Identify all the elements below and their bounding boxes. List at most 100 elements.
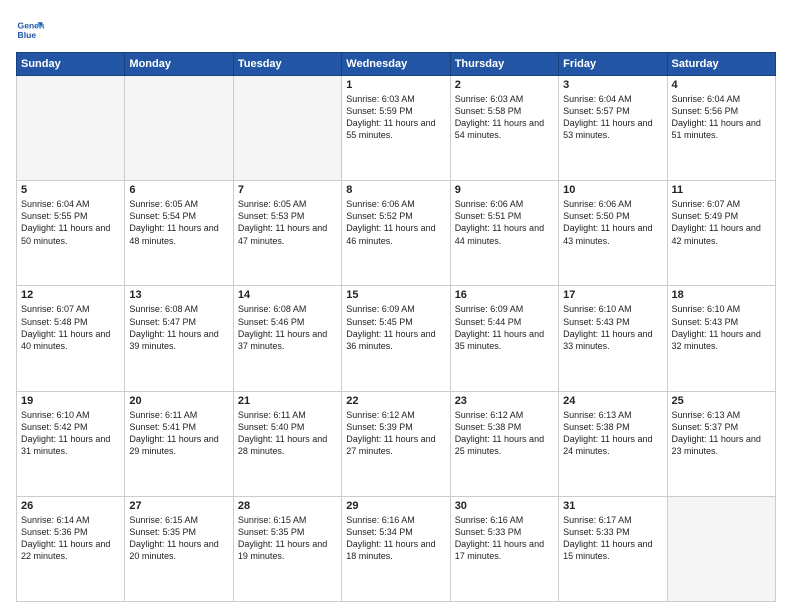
- day-cell-19: 19 Sunrise: 6:10 AMSunset: 5:42 PMDayligh…: [17, 391, 125, 496]
- day-cell-17: 17Sunrise: 6:10 AMSunset: 5:43 PMDayligh…: [559, 286, 667, 391]
- day-cell-29: 29 Sunrise: 6:16 AMSunset: 5:34 PMDayligh…: [342, 496, 450, 601]
- day-number: 1: [346, 79, 445, 91]
- cell-info: Sunrise: 6:06 AMSunset: 5:52 PMDaylight:…: [346, 198, 445, 247]
- day-number: 29: [346, 500, 445, 512]
- cell-info: Sunrise: 6:10 AMSunset: 5:43 PMDaylight:…: [563, 303, 662, 352]
- cell-info: Sunrise: 6:12 AMSunset: 5:38 PMDaylight:…: [455, 409, 554, 458]
- cell-info: Sunrise: 6:13 AMSunset: 5:38 PMDaylight:…: [563, 409, 662, 458]
- empty-cell: [125, 76, 233, 181]
- day-cell-3: 3 Sunrise: 6:04 AMSunset: 5:57 PMDaylight…: [559, 76, 667, 181]
- week-row-4: 26 Sunrise: 6:14 AMSunset: 5:36 PMDayligh…: [17, 496, 776, 601]
- cell-info: Sunrise: 6:08 AMSunset: 5:46 PMDaylight:…: [238, 303, 337, 352]
- weekday-tuesday: Tuesday: [233, 53, 341, 76]
- weekday-saturday: Saturday: [667, 53, 775, 76]
- cell-info: Sunrise: 6:07 AMSunset: 5:49 PMDaylight:…: [672, 198, 771, 247]
- cell-info: Sunrise: 6:12 AMSunset: 5:39 PMDaylight:…: [346, 409, 445, 458]
- day-cell-27: 27Sunrise: 6:15 AMSunset: 5:35 PMDayligh…: [125, 496, 233, 601]
- day-cell-6: 6 Sunrise: 6:05 AMSunset: 5:54 PMDaylight…: [125, 181, 233, 286]
- cell-info: Sunrise: 6:10 AMSunset: 5:42 PMDaylight:…: [21, 409, 120, 458]
- cell-info: Sunrise: 6:06 AMSunset: 5:50 PMDaylight:…: [563, 198, 662, 247]
- day-number: 10: [563, 184, 662, 196]
- day-number: 19: [21, 395, 120, 407]
- cell-info: Sunrise: 6:16 AMSunset: 5:33 PMDaylight:…: [455, 514, 554, 563]
- cell-info: Sunrise: 6:16 AMSunset: 5:34 PMDaylight:…: [346, 514, 445, 563]
- logo-icon: General Blue: [16, 16, 44, 44]
- day-number: 15: [346, 289, 445, 301]
- cell-info: Sunrise: 6:07 AMSunset: 5:48 PMDaylight:…: [21, 303, 120, 352]
- day-cell-18: 18 Sunrise: 6:10 AMSunset: 5:43 PMDayligh…: [667, 286, 775, 391]
- logo: General Blue: [16, 16, 48, 44]
- day-number: 24: [563, 395, 662, 407]
- cell-info: Sunrise: 6:08 AMSunset: 5:47 PMDaylight:…: [129, 303, 228, 352]
- empty-cell: [233, 76, 341, 181]
- day-number: 9: [455, 184, 554, 196]
- day-number: 11: [672, 184, 771, 196]
- day-cell-22: 22 Sunrise: 6:12 AMSunset: 5:39 PMDayligh…: [342, 391, 450, 496]
- day-number: 22: [346, 395, 445, 407]
- cell-info: Sunrise: 6:04 AMSunset: 5:57 PMDaylight:…: [563, 93, 662, 142]
- day-cell-9: 9 Sunrise: 6:06 AMSunset: 5:51 PMDaylight…: [450, 181, 558, 286]
- day-cell-31: 31Sunrise: 6:17 AMSunset: 5:33 PMDayligh…: [559, 496, 667, 601]
- weekday-sunday: Sunday: [17, 53, 125, 76]
- day-number: 3: [563, 79, 662, 91]
- empty-cell: [17, 76, 125, 181]
- day-cell-8: 8 Sunrise: 6:06 AMSunset: 5:52 PMDaylight…: [342, 181, 450, 286]
- day-number: 7: [238, 184, 337, 196]
- day-number: 20: [129, 395, 228, 407]
- week-row-3: 19 Sunrise: 6:10 AMSunset: 5:42 PMDayligh…: [17, 391, 776, 496]
- day-number: 31: [563, 500, 662, 512]
- day-cell-12: 12 Sunrise: 6:07 AMSunset: 5:48 PMDayligh…: [17, 286, 125, 391]
- day-number: 26: [21, 500, 120, 512]
- day-cell-10: 10 Sunrise: 6:06 AMSunset: 5:50 PMDayligh…: [559, 181, 667, 286]
- empty-cell: [667, 496, 775, 601]
- day-number: 27: [129, 500, 228, 512]
- day-cell-2: 2 Sunrise: 6:03 AMSunset: 5:58 PMDaylight…: [450, 76, 558, 181]
- day-number: 5: [21, 184, 120, 196]
- week-row-2: 12 Sunrise: 6:07 AMSunset: 5:48 PMDayligh…: [17, 286, 776, 391]
- day-cell-24: 24 Sunrise: 6:13 AMSunset: 5:38 PMDayligh…: [559, 391, 667, 496]
- day-number: 12: [21, 289, 120, 301]
- weekday-thursday: Thursday: [450, 53, 558, 76]
- weekday-monday: Monday: [125, 53, 233, 76]
- calendar-table: SundayMondayTuesdayWednesdayThursdayFrid…: [16, 52, 776, 602]
- day-number: 28: [238, 500, 337, 512]
- day-cell-21: 21Sunrise: 6:11 AMSunset: 5:40 PMDayligh…: [233, 391, 341, 496]
- day-number: 2: [455, 79, 554, 91]
- day-number: 21: [238, 395, 337, 407]
- day-cell-14: 14 Sunrise: 6:08 AMSunset: 5:46 PMDayligh…: [233, 286, 341, 391]
- day-cell-16: 16Sunrise: 6:09 AMSunset: 5:44 PMDayligh…: [450, 286, 558, 391]
- day-number: 13: [129, 289, 228, 301]
- day-cell-23: 23 Sunrise: 6:12 AMSunset: 5:38 PMDayligh…: [450, 391, 558, 496]
- day-cell-26: 26 Sunrise: 6:14 AMSunset: 5:36 PMDayligh…: [17, 496, 125, 601]
- cell-info: Sunrise: 6:11 AMSunset: 5:41 PMDaylight:…: [129, 409, 228, 458]
- day-number: 14: [238, 289, 337, 301]
- day-cell-20: 20 Sunrise: 6:11 AMSunset: 5:41 PMDayligh…: [125, 391, 233, 496]
- week-row-0: 1 Sunrise: 6:03 AMSunset: 5:59 PMDaylight…: [17, 76, 776, 181]
- day-number: 30: [455, 500, 554, 512]
- cell-info: Sunrise: 6:03 AMSunset: 5:58 PMDaylight:…: [455, 93, 554, 142]
- weekday-friday: Friday: [559, 53, 667, 76]
- weekday-header-row: SundayMondayTuesdayWednesdayThursdayFrid…: [17, 53, 776, 76]
- day-cell-11: 11 Sunrise: 6:07 AMSunset: 5:49 PMDayligh…: [667, 181, 775, 286]
- cell-info: Sunrise: 6:06 AMSunset: 5:51 PMDaylight:…: [455, 198, 554, 247]
- day-cell-5: 5Sunrise: 6:04 AMSunset: 5:55 PMDaylight…: [17, 181, 125, 286]
- day-number: 23: [455, 395, 554, 407]
- day-cell-28: 28 Sunrise: 6:15 AMSunset: 5:35 PMDayligh…: [233, 496, 341, 601]
- day-number: 18: [672, 289, 771, 301]
- cell-info: Sunrise: 6:14 AMSunset: 5:36 PMDaylight:…: [21, 514, 120, 563]
- cell-info: Sunrise: 6:03 AMSunset: 5:59 PMDaylight:…: [346, 93, 445, 142]
- weekday-wednesday: Wednesday: [342, 53, 450, 76]
- cell-info: Sunrise: 6:13 AMSunset: 5:37 PMDaylight:…: [672, 409, 771, 458]
- day-cell-13: 13 Sunrise: 6:08 AMSunset: 5:47 PMDayligh…: [125, 286, 233, 391]
- cell-info: Sunrise: 6:10 AMSunset: 5:43 PMDaylight:…: [672, 303, 771, 352]
- cell-info: Sunrise: 6:15 AMSunset: 5:35 PMDaylight:…: [238, 514, 337, 563]
- cell-info: Sunrise: 6:05 AMSunset: 5:54 PMDaylight:…: [129, 198, 228, 247]
- cell-info: Sunrise: 6:05 AMSunset: 5:53 PMDaylight:…: [238, 198, 337, 247]
- cell-info: Sunrise: 6:09 AMSunset: 5:44 PMDaylight:…: [455, 303, 554, 352]
- day-cell-7: 7 Sunrise: 6:05 AMSunset: 5:53 PMDaylight…: [233, 181, 341, 286]
- day-number: 6: [129, 184, 228, 196]
- day-number: 8: [346, 184, 445, 196]
- cell-info: Sunrise: 6:09 AMSunset: 5:45 PMDaylight:…: [346, 303, 445, 352]
- day-cell-30: 30 Sunrise: 6:16 AMSunset: 5:33 PMDayligh…: [450, 496, 558, 601]
- day-cell-1: 1 Sunrise: 6:03 AMSunset: 5:59 PMDaylight…: [342, 76, 450, 181]
